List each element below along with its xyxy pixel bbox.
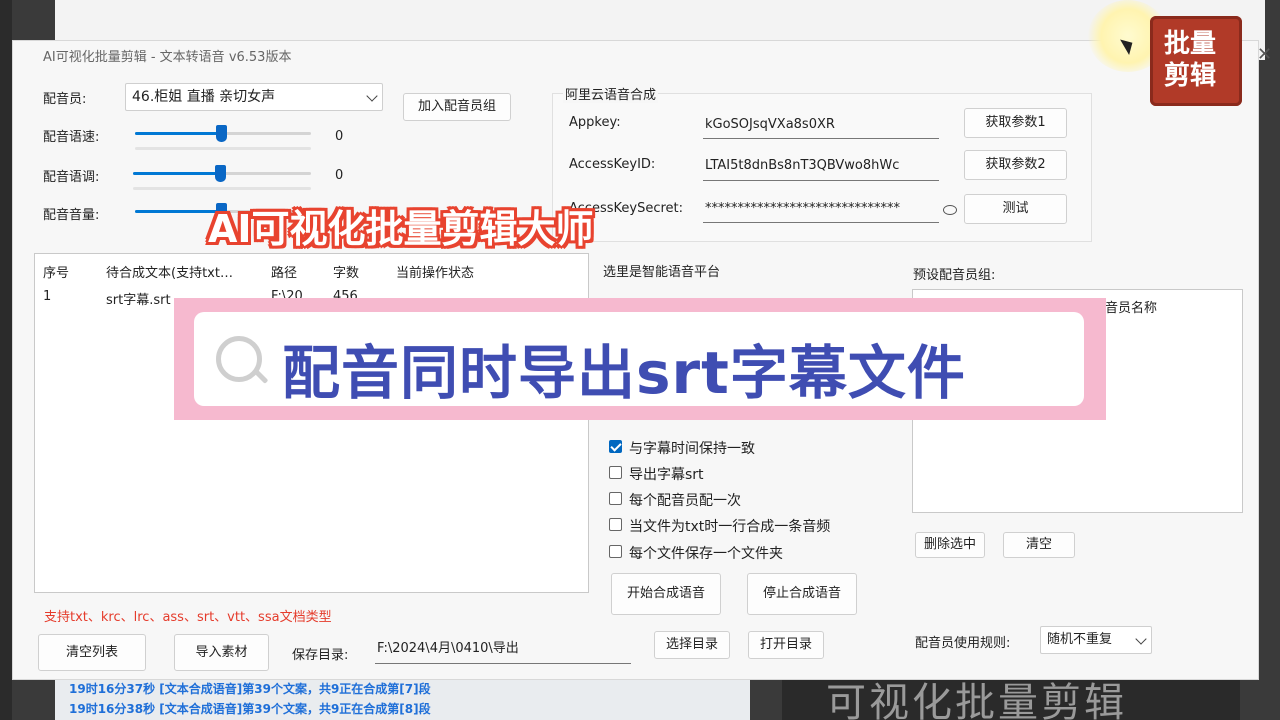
overlay-banner-text: 配音同时导出srt字幕文件 (282, 339, 966, 407)
overlay-banner: 配音同时导出srt字幕文件 (174, 298, 1106, 420)
rule-label: 配音员使用规则: (915, 636, 1011, 651)
speaker-label: 配音员: (43, 92, 87, 107)
option-label: 导出字幕srt (629, 467, 704, 483)
option-label: 当文件为txt时一行合成一条音频 (629, 519, 831, 535)
chevron-down-icon (1135, 633, 1147, 645)
table-cell: 1 (43, 289, 52, 304)
preset-column-header: 音员名称 (1105, 301, 1158, 316)
speed-value: 0 (335, 129, 344, 144)
speed-slider-fill (135, 132, 221, 135)
checkbox[interactable] (609, 466, 622, 479)
log-line: 19时16分38秒 [文本合成语音]第39个文案，共9正在合成第[8]段 (69, 702, 431, 716)
overlay-title: AI可视化批量剪辑大师 (208, 207, 594, 251)
table-header: 序号 (43, 266, 70, 281)
preset-label: 预设配音员组: (913, 268, 996, 283)
test-button[interactable]: 测试 (964, 194, 1067, 224)
window-title: AI可视化批量剪辑 - 文本转语音 v6.53版本 (43, 50, 292, 65)
logo-text: 剪辑 (1164, 61, 1217, 91)
table-cell: srt字幕.srt (106, 293, 171, 308)
checkbox[interactable] (609, 518, 622, 531)
pitch-slider-fill (133, 172, 220, 175)
pitch-value: 0 (335, 168, 344, 183)
platform-label: 选里是智能语音平台 (603, 265, 721, 280)
appkey-field[interactable]: kGoSOJsqVXa8s0XR (703, 115, 939, 139)
secret-field[interactable]: ****************************** (703, 199, 939, 223)
checkbox[interactable] (609, 440, 622, 453)
delete-selected-button[interactable]: 删除选中 (915, 532, 985, 558)
aliyun-group-title: 阿里云语音合成 (563, 84, 659, 103)
checkbox[interactable] (609, 545, 622, 558)
logo-text: 批量 (1164, 29, 1217, 59)
speaker-value: 46.柜姐 直播 亲切女声 (132, 89, 276, 105)
video-preview: 可视化批量剪辑 (782, 678, 1240, 720)
clear-preset-button[interactable]: 清空 (1003, 532, 1075, 558)
option-label: 每个文件保存一个文件夹 (629, 546, 783, 562)
option-label: 每个配音员配一次 (629, 493, 741, 509)
speed-slider-baseline (135, 147, 311, 150)
option-txt-line-per-audio[interactable]: 当文件为txt时一行合成一条音频 (609, 516, 879, 535)
rule-value: 随机不重复 (1047, 632, 1113, 647)
open-dir-button[interactable]: 打开目录 (748, 631, 824, 659)
speed-label: 配音语速: (43, 130, 100, 145)
option-export-srt[interactable]: 导出字幕srt (609, 464, 849, 483)
speed-slider-thumb[interactable] (216, 125, 227, 142)
import-button[interactable]: 导入素材 (174, 634, 269, 671)
keyid-field[interactable]: LTAI5t8dnBs8nT3QBVwo8hWc (703, 156, 939, 181)
start-synthesis-button[interactable]: 开始合成语音 (611, 573, 721, 615)
option-each-speaker-once[interactable]: 每个配音员配一次 (609, 490, 849, 509)
volume-label: 配音音量: (43, 208, 100, 223)
keyid-label: AccessKeyID: (569, 157, 656, 172)
video-caption: 可视化批量剪辑 (826, 680, 1127, 720)
choose-dir-button[interactable]: 选择目录 (654, 631, 730, 659)
option-folder-per-file[interactable]: 每个文件保存一个文件夹 (609, 543, 849, 562)
save-dir-label: 保存目录: (292, 648, 349, 663)
overlay-search-box: 配音同时导出srt字幕文件 (194, 312, 1084, 407)
clear-list-button[interactable]: 清空列表 (38, 634, 146, 671)
pitch-label: 配音语调: (43, 170, 100, 185)
supported-formats: 支持txt、krc、lrc、ass、srt、vtt、ssa文档类型 (44, 610, 332, 625)
option-label: 与字幕时间保持一致 (629, 441, 755, 457)
get-param2-button[interactable]: 获取参数2 (964, 150, 1067, 180)
table-header: 字数 (333, 266, 360, 281)
speaker-select[interactable]: 46.柜姐 直播 亲切女声 (125, 83, 383, 111)
option-keep-subtitle-timing[interactable]: 与字幕时间保持一致 (609, 438, 849, 457)
log-line: 19时16分37秒 [文本合成语音]第39个文案，共9正在合成第[7]段 (69, 682, 431, 696)
brand-logo: 批量 剪辑 (1150, 16, 1242, 106)
save-dir-field[interactable]: F:\2024\4月\0410\导出 (375, 639, 631, 664)
rule-select[interactable]: 随机不重复 (1040, 626, 1152, 654)
stop-synthesis-button[interactable]: 停止合成语音 (747, 573, 857, 615)
chevron-down-icon (366, 90, 378, 102)
checkbox[interactable] (609, 492, 622, 505)
eye-icon[interactable] (943, 205, 957, 215)
background-strip (0, 0, 12, 720)
pitch-slider-baseline (133, 187, 311, 190)
search-icon (216, 336, 262, 382)
appkey-label: Appkey: (569, 115, 621, 130)
table-header: 待合成文本(支持txt… (106, 266, 233, 281)
add-group-button[interactable]: 加入配音员组 (403, 93, 511, 121)
table-header: 当前操作状态 (396, 266, 475, 281)
pitch-slider-thumb[interactable] (215, 165, 226, 182)
get-param1-button[interactable]: 获取参数1 (964, 108, 1067, 138)
close-icon[interactable]: ✕ (1257, 44, 1272, 65)
log-panel: 19时16分37秒 [文本合成语音]第39个文案，共9正在合成第[7]段 19时… (55, 678, 750, 720)
table-header: 路径 (271, 266, 298, 281)
